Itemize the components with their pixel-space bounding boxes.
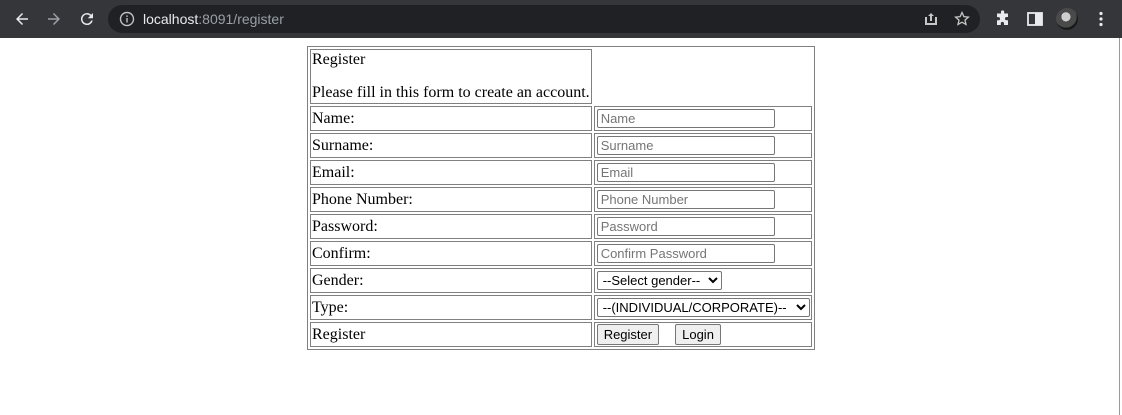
email-input[interactable] [596,163,775,182]
info-icon[interactable] [119,11,135,27]
forward-arrow-icon[interactable] [43,8,65,30]
form-row-email: Email: [310,160,812,185]
url-text: localhost:8091/register [143,10,284,28]
surname-input[interactable] [596,136,775,155]
url-host: localhost [143,11,199,27]
gender-select[interactable]: --Select gender-- [596,271,722,290]
register-form-table: Register Please fill in this form to cre… [307,46,815,350]
phone-label: Phone Number: [310,187,592,212]
register-button[interactable]: Register [596,324,660,345]
surname-cell [593,133,812,158]
form-row-name: Name: [310,106,812,131]
phone-input[interactable] [596,190,775,209]
name-cell [593,106,812,131]
form-row-phone: Phone Number: [310,187,812,212]
login-button[interactable]: Login [675,324,721,345]
form-row-confirm: Confirm: [310,241,812,266]
password-cell [593,214,812,239]
form-title: Register [312,51,366,68]
name-input[interactable] [596,109,775,128]
type-label: Type: [310,295,592,320]
form-row-type: Type: --(INDIVIDUAL/CORPORATE)-- [310,295,812,320]
password-label: Password: [310,214,592,239]
phone-cell [593,187,812,212]
form-row-surname: Surname: [310,133,812,158]
browser-toolbar: localhost:8091/register [0,0,1122,38]
share-icon[interactable] [923,11,939,27]
surname-label: Surname: [310,133,592,158]
extensions-icon[interactable] [994,10,1012,28]
confirm-password-input[interactable] [596,244,775,263]
back-arrow-icon[interactable] [11,8,33,30]
more-menu-icon[interactable] [1092,10,1110,28]
actions-cell: Register Login [593,322,812,347]
bookmark-star-icon[interactable] [954,10,970,27]
form-subtitle: Please fill in this form to create an ac… [312,84,590,101]
email-cell [593,160,812,185]
reload-icon[interactable] [76,8,98,30]
confirm-cell [593,241,812,266]
email-label: Email: [310,160,592,185]
form-row-gender: Gender: --Select gender-- [310,268,812,293]
type-cell: --(INDIVIDUAL/CORPORATE)-- [593,295,812,320]
address-bar[interactable]: localhost:8091/register [108,5,980,33]
name-label: Name: [310,106,592,131]
confirm-label: Confirm: [310,241,592,266]
gender-label: Gender: [310,268,592,293]
form-row-actions: Register Register Login [310,322,812,347]
header-spacer [594,49,812,104]
actions-label: Register [310,322,592,347]
type-select[interactable]: --(INDIVIDUAL/CORPORATE)-- [596,298,810,317]
profile-avatar[interactable] [1056,8,1078,30]
page-content: Register Please fill in this form to cre… [0,38,1120,415]
password-input[interactable] [596,217,775,236]
gender-cell: --Select gender-- [593,268,812,293]
side-panel-icon[interactable] [1026,10,1044,28]
form-row-password: Password: [310,214,812,239]
form-header: Register Please fill in this form to cre… [310,49,592,104]
url-path: :8091/register [198,11,284,27]
